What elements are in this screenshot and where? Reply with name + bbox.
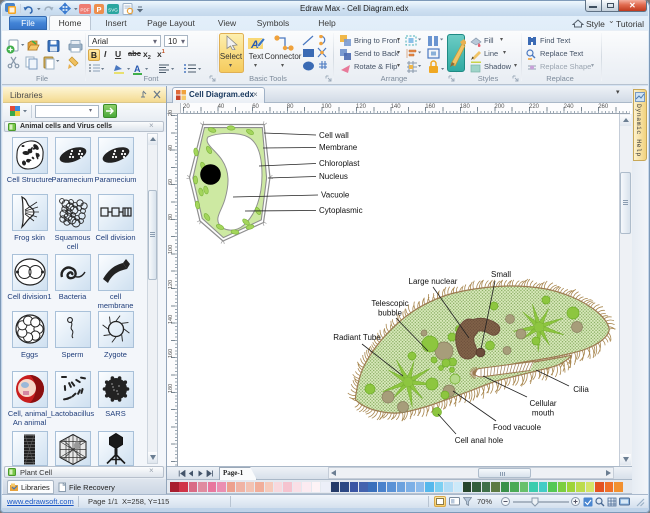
svg-text:Cell anal hole: Cell anal hole <box>455 436 504 445</box>
svg-text:SVG: SVG <box>108 7 118 12</box>
svg-text:Cytoplasmic: Cytoplasmic <box>319 206 363 215</box>
svg-text:Food vacuole: Food vacuole <box>493 423 542 432</box>
svg-text:Membrane: Membrane <box>319 143 358 152</box>
svg-text:mouth: mouth <box>532 409 554 418</box>
svg-text:Radiant Tube: Radiant Tube <box>333 333 381 342</box>
svg-text:A: A <box>134 64 141 74</box>
svg-text:PDF: PDF <box>80 7 89 12</box>
svg-text:Chloroplast: Chloroplast <box>319 159 360 168</box>
svg-text:A: A <box>250 39 259 50</box>
svg-text:Small: Small <box>491 270 511 279</box>
svg-text:Cell wall: Cell wall <box>319 131 349 140</box>
svg-text:Telescopic: Telescopic <box>371 299 408 308</box>
svg-text:Vacuole: Vacuole <box>321 191 350 200</box>
svg-text:P: P <box>96 5 101 14</box>
svg-text:Cellular: Cellular <box>529 399 556 408</box>
svg-text:Large nuclear: Large nuclear <box>409 277 458 286</box>
svg-text:Cilia: Cilia <box>573 385 589 394</box>
svg-text:Nucleus: Nucleus <box>319 172 348 181</box>
svg-text:bubble: bubble <box>378 309 403 318</box>
